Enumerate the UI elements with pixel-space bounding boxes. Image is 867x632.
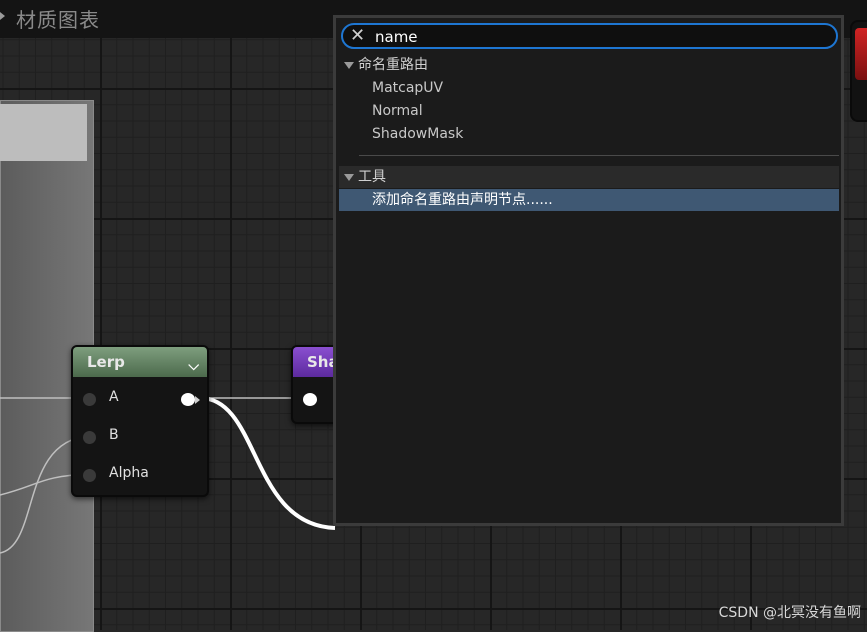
input-pin-a[interactable] <box>83 393 96 406</box>
pin-label-alpha: Alpha <box>109 465 149 481</box>
expand-triangle-icon[interactable] <box>344 61 354 69</box>
expand-triangle-icon[interactable] <box>344 173 354 181</box>
output-arrow-icon <box>195 396 200 404</box>
node-search-popup: ✕ 命名重路由 MatcapUV Normal ShadowMask 工具 添加… <box>333 15 844 526</box>
search-box[interactable]: ✕ <box>341 23 838 49</box>
lerp-node-title: Lerp <box>87 353 125 371</box>
shadow-input-pin[interactable] <box>303 393 317 406</box>
chevron-down-icon[interactable]: ⌵ <box>188 351 199 381</box>
close-icon[interactable]: ✕ <box>350 25 365 47</box>
list-item-shadowmask[interactable]: ShadowMask <box>339 123 839 145</box>
watermark: CSDN @北冥没有鱼啊 <box>718 605 861 621</box>
category-tools[interactable]: 工具 <box>339 166 839 188</box>
pin-label-b: B <box>109 427 119 443</box>
input-pin-b[interactable] <box>83 431 96 444</box>
divider <box>359 155 839 156</box>
list-item-add-named-reroute-declaration[interactable]: 添加命名重路由声明节点...... <box>339 189 839 211</box>
category-label: 工具 <box>358 169 386 185</box>
category-named-reroute[interactable]: 命名重路由 <box>339 54 839 76</box>
lerp-node[interactable]: Lerp ⌵ A B Alpha <box>71 345 209 497</box>
output-pin[interactable] <box>181 393 195 406</box>
list-item-matcapuv[interactable]: MatcapUV <box>339 77 839 99</box>
pin-row-b: B <box>73 427 207 447</box>
category-label: 命名重路由 <box>358 57 428 73</box>
search-input[interactable] <box>375 26 815 48</box>
pin-label-a: A <box>109 389 119 405</box>
list-item-normal[interactable]: Normal <box>339 100 839 122</box>
input-pin-alpha[interactable] <box>83 469 96 482</box>
pin-row-a: A <box>73 389 207 409</box>
pin-row-alpha: Alpha <box>73 465 207 485</box>
lerp-node-header[interactable]: Lerp ⌵ <box>73 347 207 377</box>
